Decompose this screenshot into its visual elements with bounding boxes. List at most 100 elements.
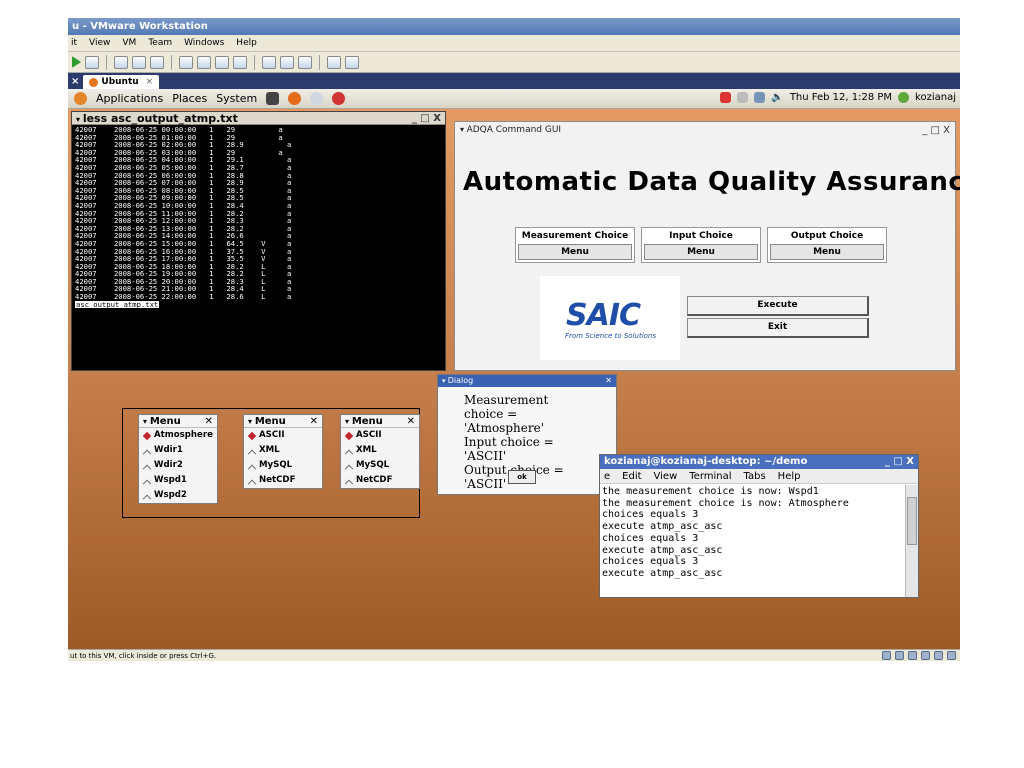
menu-item-label: ASCII	[259, 430, 285, 440]
execute-button[interactable]: Execute	[687, 296, 869, 316]
menu-item-file[interactable]: e	[604, 471, 610, 482]
panel-applications[interactable]: Applications	[96, 92, 163, 105]
terminal-launcher-icon[interactable]	[266, 92, 280, 105]
snapshot-icon[interactable]	[114, 55, 128, 69]
window-menu-icon[interactable]: ▾	[143, 417, 150, 426]
vmware-toolbar	[68, 52, 960, 73]
close-icon[interactable]: ✕	[605, 375, 612, 387]
menu-item-windows[interactable]: Windows	[184, 38, 224, 48]
panel-clock[interactable]: Thu Feb 12, 1:28 PM	[790, 92, 892, 103]
menu-item-team[interactable]: Team	[148, 38, 172, 48]
team-icon-1[interactable]	[327, 55, 341, 69]
menu-item-view[interactable]: View	[89, 38, 110, 48]
menu-radio-item[interactable]: MySQL	[341, 458, 419, 473]
menu-radio-item[interactable]: Wdir1	[139, 443, 217, 458]
output-menu-button[interactable]: Menu	[770, 244, 884, 260]
gnome-terminal-window[interactable]: kozianaj@kozianaj-desktop: ~/demo _ □ X …	[599, 454, 919, 598]
close-icon[interactable]: ×	[71, 76, 79, 89]
evolution-launcher-icon[interactable]	[310, 92, 324, 105]
dialog-title-bar[interactable]: ▾ Dialog ✕	[438, 375, 616, 387]
less-terminal-title-bar[interactable]: ▾ less asc_output_atmp.txt _ □ X	[72, 112, 445, 125]
fullscreen-icon[interactable]	[215, 55, 229, 69]
view-icon-3[interactable]	[298, 55, 312, 69]
less-prompt[interactable]: asc_output_atmp.txt	[75, 301, 160, 309]
menu-item-view[interactable]: View	[654, 471, 678, 482]
device-icon[interactable]	[882, 651, 891, 660]
menu-item-terminal[interactable]: Terminal	[689, 471, 731, 482]
toolbar-separator	[319, 54, 320, 70]
menu-radio-item[interactable]: MySQL	[244, 458, 322, 473]
panel-system[interactable]: System	[216, 92, 257, 105]
network-icon[interactable]	[754, 92, 766, 103]
panel-places[interactable]: Places	[172, 92, 207, 105]
menu-item-help[interactable]: Help	[236, 38, 257, 48]
window-menu-icon[interactable]: ▾	[248, 417, 255, 426]
measurement-menu-button[interactable]: Menu	[518, 244, 632, 260]
reset-icon[interactable]	[85, 55, 99, 69]
volume-icon[interactable]: 🔈	[771, 92, 783, 103]
menu-title: ▾ Menu	[143, 415, 181, 427]
menu-item-edit[interactable]: Edit	[622, 471, 641, 482]
tab-close-icon[interactable]: ×	[146, 77, 154, 87]
menu-title-bar[interactable]: ▾ Menu ✕	[244, 415, 322, 428]
user-switcher-icon[interactable]	[898, 92, 910, 103]
close-icon[interactable]: ✕	[407, 415, 415, 427]
window-controls[interactable]: _ □ X	[412, 112, 441, 125]
view-icon-1[interactable]	[262, 55, 276, 69]
vmware-status-bar: ut to this VM, click inside or press Ctr…	[68, 649, 960, 661]
device-icon[interactable]	[908, 651, 917, 660]
menu-title-bar[interactable]: ▾ Menu ✕	[139, 415, 217, 428]
menu-radio-item[interactable]: ASCII	[244, 428, 322, 443]
power-on-icon[interactable]	[72, 56, 81, 68]
ok-button[interactable]: ok	[508, 470, 536, 484]
gnome-terminal-title-bar[interactable]: kozianaj@kozianaj-desktop: ~/demo _ □ X	[600, 455, 918, 469]
window-menu-icon[interactable]: ▾	[345, 417, 352, 426]
menu-radio-item[interactable]: Wdir2	[139, 458, 217, 473]
quick-switch-icon[interactable]	[233, 55, 247, 69]
tab-ubuntu[interactable]: Ubuntu ×	[83, 75, 160, 89]
input-choice-label: Input Choice	[669, 231, 733, 241]
radio-unselected-icon	[142, 464, 152, 473]
less-terminal-window[interactable]: ▾ less asc_output_atmp.txt _ □ X 42007 2…	[71, 111, 446, 371]
revert-icon[interactable]	[132, 55, 146, 69]
update-icon[interactable]	[720, 92, 732, 103]
input-menu-button[interactable]: Menu	[644, 244, 758, 260]
sidebar-icon[interactable]	[179, 55, 193, 69]
menu-radio-item[interactable]: Wspd2	[139, 488, 217, 503]
menu-title-bar[interactable]: ▾ Menu ✕	[341, 415, 419, 428]
menu-item-help[interactable]: Help	[778, 471, 801, 482]
menu-item-vm[interactable]: VM	[122, 38, 136, 48]
terminal-scrollbar[interactable]	[905, 485, 918, 597]
menu-radio-item[interactable]: NetCDF	[341, 473, 419, 488]
device-icon[interactable]	[934, 651, 943, 660]
menu-radio-item[interactable]: ASCII	[341, 428, 419, 443]
menu-radio-item[interactable]: XML	[244, 443, 322, 458]
terminal-output[interactable]: the measurement choice is now: Wspd1 the …	[600, 485, 906, 596]
device-icon[interactable]	[921, 651, 930, 660]
menu-item-tabs[interactable]: Tabs	[744, 471, 766, 482]
window-controls[interactable]: _ □ X	[885, 455, 914, 469]
radio-unselected-icon	[142, 494, 152, 503]
exit-button[interactable]: Exit	[687, 318, 869, 338]
help-launcher-icon[interactable]	[332, 92, 346, 105]
menu-radio-item[interactable]: Wspd1	[139, 473, 217, 488]
device-icon[interactable]	[895, 651, 904, 660]
view-icon-2[interactable]	[280, 55, 294, 69]
printer-icon[interactable]	[737, 92, 749, 103]
team-icon-2[interactable]	[345, 55, 359, 69]
firefox-launcher-icon[interactable]	[288, 92, 302, 105]
adqa-title-bar[interactable]: ▾ ADQA Command GUI _ □ X	[455, 122, 955, 137]
menu-radio-item[interactable]: XML	[341, 443, 419, 458]
snapshot-manager-icon[interactable]	[150, 55, 164, 69]
close-icon[interactable]: ✕	[205, 415, 213, 427]
menu-radio-item[interactable]: Atmosphere	[139, 428, 217, 443]
menu-item-edit[interactable]: it	[71, 38, 77, 48]
close-icon[interactable]: ✕	[310, 415, 318, 427]
panel-username[interactable]: kozianaj	[915, 92, 956, 103]
menu-radio-item[interactable]: NetCDF	[244, 473, 322, 488]
device-icon[interactable]	[947, 651, 956, 660]
scrollbar-thumb[interactable]	[907, 497, 917, 545]
window-controls[interactable]: _ □ X	[922, 125, 950, 136]
menu-item-label: NetCDF	[356, 475, 393, 485]
console-icon[interactable]	[197, 55, 211, 69]
